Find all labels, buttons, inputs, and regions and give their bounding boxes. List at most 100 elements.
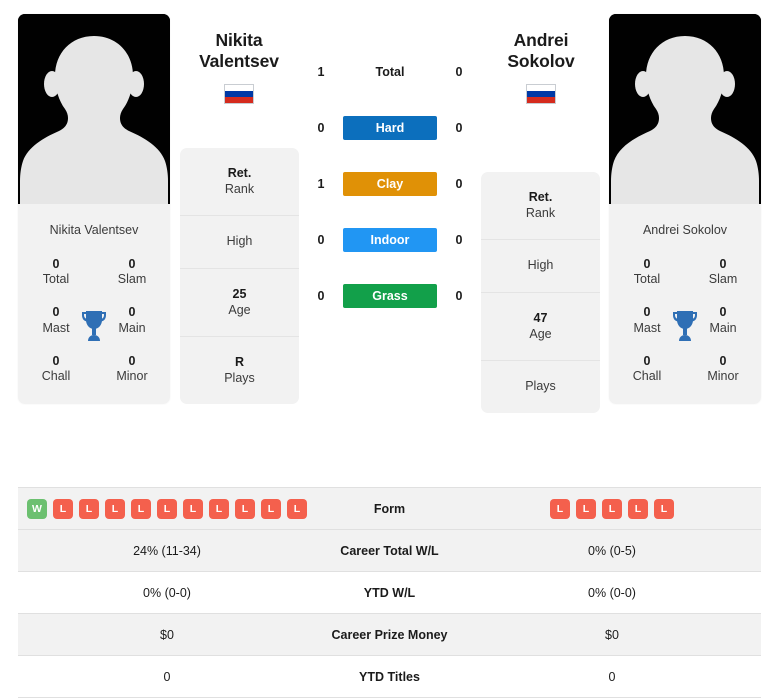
left-age-label: Age bbox=[228, 302, 251, 317]
left-form-badge-loss[interactable]: L bbox=[209, 498, 229, 519]
left-form-badge-loss[interactable]: L bbox=[235, 498, 255, 519]
comparison-row-ytd-wl: 0% (0-0) YTD W/L 0% (0-0) bbox=[18, 572, 761, 614]
left-player-first-name: Nikita bbox=[215, 30, 263, 50]
h2h-hard-right: 0 bbox=[455, 121, 463, 135]
right-ytd-titles: 0 bbox=[608, 669, 616, 684]
h2h-grass-badge[interactable]: Grass bbox=[343, 284, 437, 308]
comparison-row-form: WLLLLLLLLLL Form LLLLL bbox=[18, 488, 761, 530]
right-age-value: 47 bbox=[533, 310, 548, 325]
h2h-indoor-right: 0 bbox=[455, 233, 463, 247]
title-minor-label: Minor bbox=[707, 369, 739, 383]
left-form-badge-loss[interactable]: L bbox=[131, 498, 151, 519]
left-player-avatar bbox=[18, 14, 170, 214]
left-age-value: 25 bbox=[232, 286, 247, 301]
left-info-age: 25 Age bbox=[180, 269, 299, 338]
left-form-badge-loss[interactable]: L bbox=[53, 498, 73, 519]
right-player-avatar bbox=[609, 14, 761, 214]
right-rank-value: Ret. bbox=[528, 190, 553, 204]
right-player-titles-grid: 0 Total 0 Slam 0 Mast 0 Main 0 Chall 0 M… bbox=[609, 247, 761, 405]
comparison-label-ytd-titles: YTD Titles bbox=[359, 669, 420, 684]
left-player-name-caption: Nikita Valentsev bbox=[49, 223, 139, 237]
left-form-badge-loss[interactable]: L bbox=[261, 498, 281, 519]
left-form-strip: WLLLLLLLLLL bbox=[18, 498, 316, 519]
right-plays-label: Plays bbox=[525, 379, 556, 394]
comparison-row-career-prize-money: $0 Career Prize Money $0 bbox=[18, 614, 761, 656]
title-minor-value: 0 bbox=[128, 353, 136, 368]
left-rank-label: Rank bbox=[224, 181, 255, 196]
left-form-badge-loss[interactable]: L bbox=[157, 498, 177, 519]
left-plays-value: R bbox=[234, 355, 245, 370]
trophy-icon bbox=[673, 310, 697, 341]
right-player-first-name: Andrei bbox=[513, 30, 569, 50]
right-info-plays: Plays bbox=[481, 361, 600, 413]
right-player-last-name: Sokolov bbox=[507, 51, 575, 72]
right-form-strip: LLLLL bbox=[463, 498, 761, 519]
title-chall-value: 0 bbox=[643, 353, 651, 368]
title-slam-label: Slam bbox=[708, 272, 738, 286]
right-player-name-header: Andrei Sokolov bbox=[476, 30, 606, 104]
right-info-high: High bbox=[481, 240, 600, 293]
left-ytd-wl: 0% (0-0) bbox=[143, 585, 191, 600]
left-career-total-wl: 24% (11-34) bbox=[133, 543, 201, 558]
title-minor-label: Minor bbox=[116, 369, 148, 383]
title-total-value: 0 bbox=[52, 256, 60, 271]
left-form-badge-loss[interactable]: L bbox=[183, 498, 203, 519]
left-player-russia-flag-icon bbox=[224, 83, 254, 104]
right-form-badge-loss[interactable]: L bbox=[628, 498, 648, 519]
left-player-name-header: Nikita Valentsev bbox=[174, 30, 304, 104]
left-player-card: Nikita Valentsev 0 Total 0 Slam 0 Mast 0… bbox=[18, 14, 170, 405]
left-form-badges: WLLLLLLLLLL bbox=[18, 498, 316, 519]
title-cell-slam: 0 Slam bbox=[94, 249, 170, 298]
left-player-titles-grid: 0 Total 0 Slam 0 Mast 0 Main 0 Chall 0 M… bbox=[18, 247, 170, 405]
left-form-badge-loss[interactable]: L bbox=[105, 498, 125, 519]
right-player-card: Andrei Sokolov 0 Total 0 Slam 0 Mast 0 M… bbox=[609, 14, 761, 405]
right-form-badge-loss[interactable]: L bbox=[550, 498, 570, 519]
right-info-rank: Ret. Rank bbox=[481, 172, 600, 241]
h2h-row-total: 1 Total 0 bbox=[310, 58, 470, 86]
left-info-rank: Ret. Rank bbox=[180, 148, 299, 217]
left-high-label: High bbox=[226, 234, 253, 249]
h2h-indoor-badge[interactable]: Indoor bbox=[343, 228, 437, 252]
trophy-icon bbox=[82, 310, 106, 341]
left-info-high: High bbox=[180, 216, 299, 269]
right-rank-label: Rank bbox=[525, 205, 556, 220]
title-cell-minor: 0 Minor bbox=[685, 346, 761, 395]
h2h-clay-left: 1 bbox=[317, 177, 325, 191]
left-rank-value: Ret. bbox=[227, 166, 252, 180]
right-info-age: 47 Age bbox=[481, 293, 600, 362]
title-chall-value: 0 bbox=[52, 353, 60, 368]
title-cell-minor: 0 Minor bbox=[94, 346, 170, 395]
left-career-prize-money: $0 bbox=[160, 627, 174, 642]
title-slam-value: 0 bbox=[128, 256, 136, 271]
right-career-prize-money: $0 bbox=[605, 627, 619, 642]
right-ytd-wl: 0% (0-0) bbox=[588, 585, 636, 600]
title-total-label: Total bbox=[42, 272, 70, 286]
left-form-badge-loss[interactable]: L bbox=[287, 498, 307, 519]
right-form-badge-loss[interactable]: L bbox=[654, 498, 674, 519]
comparison-table: WLLLLLLLLLL Form LLLLL 24% (11-34) Caree… bbox=[18, 487, 761, 698]
comparison-row-ytd-titles: 0 YTD Titles 0 bbox=[18, 656, 761, 698]
left-form-badge-win[interactable]: W bbox=[27, 498, 47, 519]
right-high-label: High bbox=[527, 258, 554, 273]
comparison-label-career-total-wl: Career Total W/L bbox=[340, 543, 439, 558]
h2h-row-grass: 0 Grass 0 bbox=[310, 282, 470, 310]
left-form-badge-loss[interactable]: L bbox=[79, 498, 99, 519]
left-plays-label: Plays bbox=[224, 370, 255, 385]
right-form-badge-loss[interactable]: L bbox=[602, 498, 622, 519]
comparison-row-career-total-wl: 24% (11-34) Career Total W/L 0% (0-5) bbox=[18, 530, 761, 572]
h2h-row-clay: 1 Clay 0 bbox=[310, 170, 470, 198]
h2h-hard-badge[interactable]: Hard bbox=[343, 116, 437, 140]
title-cell-chall: 0 Chall bbox=[18, 346, 94, 395]
right-career-total-wl: 0% (0-5) bbox=[588, 543, 636, 558]
h2h-grass-left: 0 bbox=[317, 289, 325, 303]
h2h-clay-badge[interactable]: Clay bbox=[343, 172, 437, 196]
comparison-label-ytd-wl: YTD W/L bbox=[363, 585, 416, 600]
left-player-info-card: Ret. Rank High 25 Age R Plays bbox=[180, 148, 299, 405]
right-form-badge-loss[interactable]: L bbox=[576, 498, 596, 519]
h2h-clay-right: 0 bbox=[455, 177, 463, 191]
right-player-name-caption: Andrei Sokolov bbox=[642, 223, 728, 237]
comparison-label-career-prize-money: Career Prize Money bbox=[331, 627, 448, 642]
player-comparison-page: Nikita Valentsev 0 Total 0 Slam 0 Mast 0… bbox=[0, 0, 779, 699]
title-slam-value: 0 bbox=[719, 256, 727, 271]
head-to-head-surfaces: 1 Total 0 0 Hard 0 1 Clay 0 0 Indoor 0 0… bbox=[310, 58, 470, 310]
